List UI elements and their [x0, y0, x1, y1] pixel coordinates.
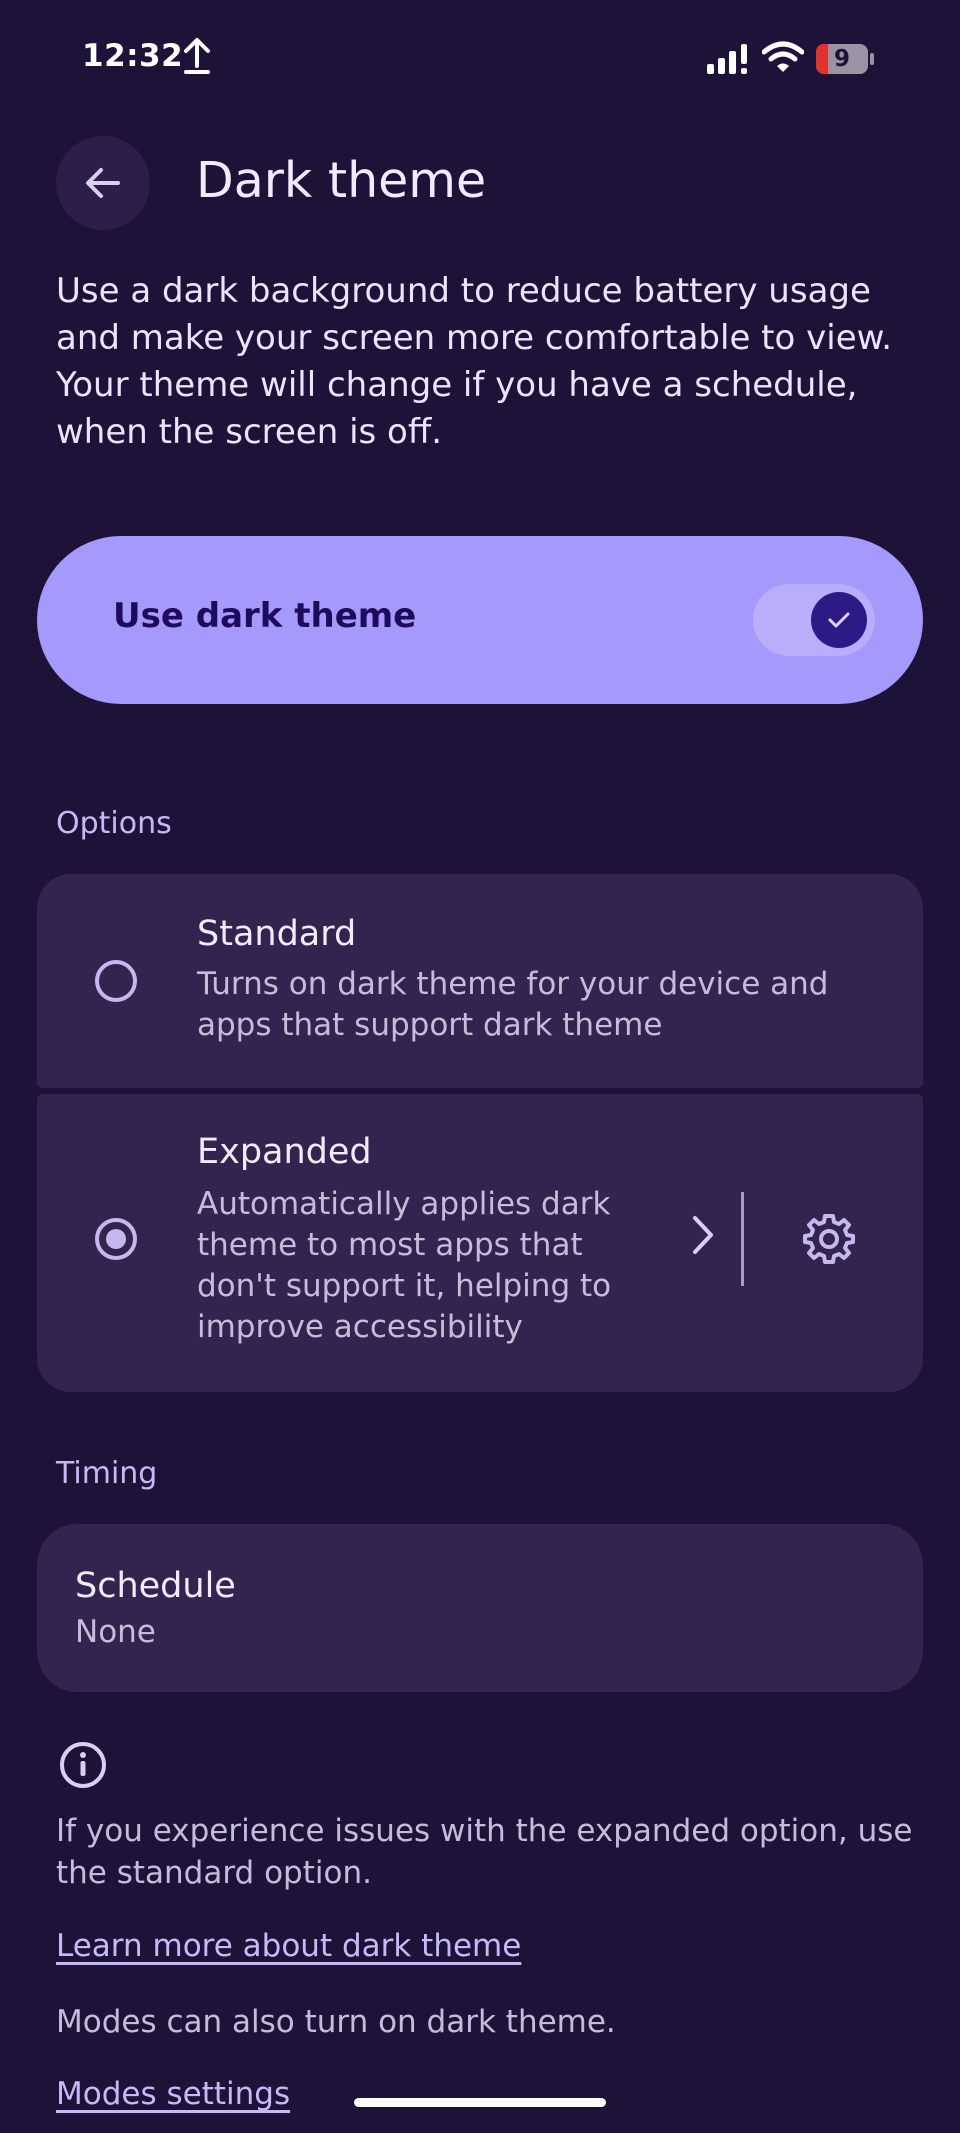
option-divider — [741, 1192, 744, 1286]
page-description: Use a dark background to reduce battery … — [56, 271, 893, 452]
page-title: Dark theme — [196, 152, 487, 209]
info-icon — [60, 1742, 106, 1788]
radio-expanded[interactable] — [95, 1218, 137, 1260]
switch-thumb — [811, 592, 867, 648]
modes-text: Modes can also turn on dark theme. — [56, 2004, 616, 2040]
info-text: If you experience issues with the expand… — [56, 1813, 913, 1891]
use-dark-theme-label: Use dark theme — [113, 596, 417, 636]
gear-icon[interactable] — [803, 1212, 855, 1264]
schedule-title: Schedule — [75, 1566, 236, 1606]
arrow-left-icon — [86, 168, 120, 198]
chevron-right-icon[interactable] — [687, 1212, 717, 1258]
modes-settings-link[interactable]: Modes settings — [56, 2076, 290, 2112]
upload-icon — [184, 38, 210, 74]
check-icon — [828, 612, 850, 628]
battery-icon: 9 — [816, 44, 874, 74]
schedule-row[interactable]: Schedule None — [37, 1524, 923, 1692]
radio-standard[interactable] — [95, 960, 137, 1002]
radio-selected-dot — [106, 1229, 126, 1249]
timing-section-label: Timing — [56, 1456, 158, 1491]
option-standard-description: Turns on dark theme for your device and … — [197, 966, 829, 1043]
option-standard-title: Standard — [197, 914, 357, 954]
dark-theme-switch[interactable] — [753, 584, 875, 656]
option-expanded-description: Automatically applies dark theme to most… — [197, 1186, 612, 1345]
use-dark-theme-toggle-row[interactable]: Use dark theme — [37, 536, 923, 704]
options-section-label: Options — [56, 806, 172, 841]
back-button[interactable] — [56, 136, 150, 230]
learn-more-link[interactable]: Learn more about dark theme — [56, 1928, 521, 1964]
battery-level: 9 — [833, 46, 850, 72]
option-expanded-title: Expanded — [197, 1132, 372, 1172]
signal-icon — [707, 44, 747, 74]
home-indicator[interactable] — [354, 2098, 606, 2107]
status-time: 12:32 — [82, 38, 184, 74]
schedule-value: None — [75, 1614, 156, 1650]
wifi-icon — [762, 41, 804, 72]
option-expanded[interactable]: Expanded Automatically applies dark them… — [37, 1094, 923, 1392]
option-standard[interactable]: Standard Turns on dark theme for your de… — [37, 874, 923, 1088]
